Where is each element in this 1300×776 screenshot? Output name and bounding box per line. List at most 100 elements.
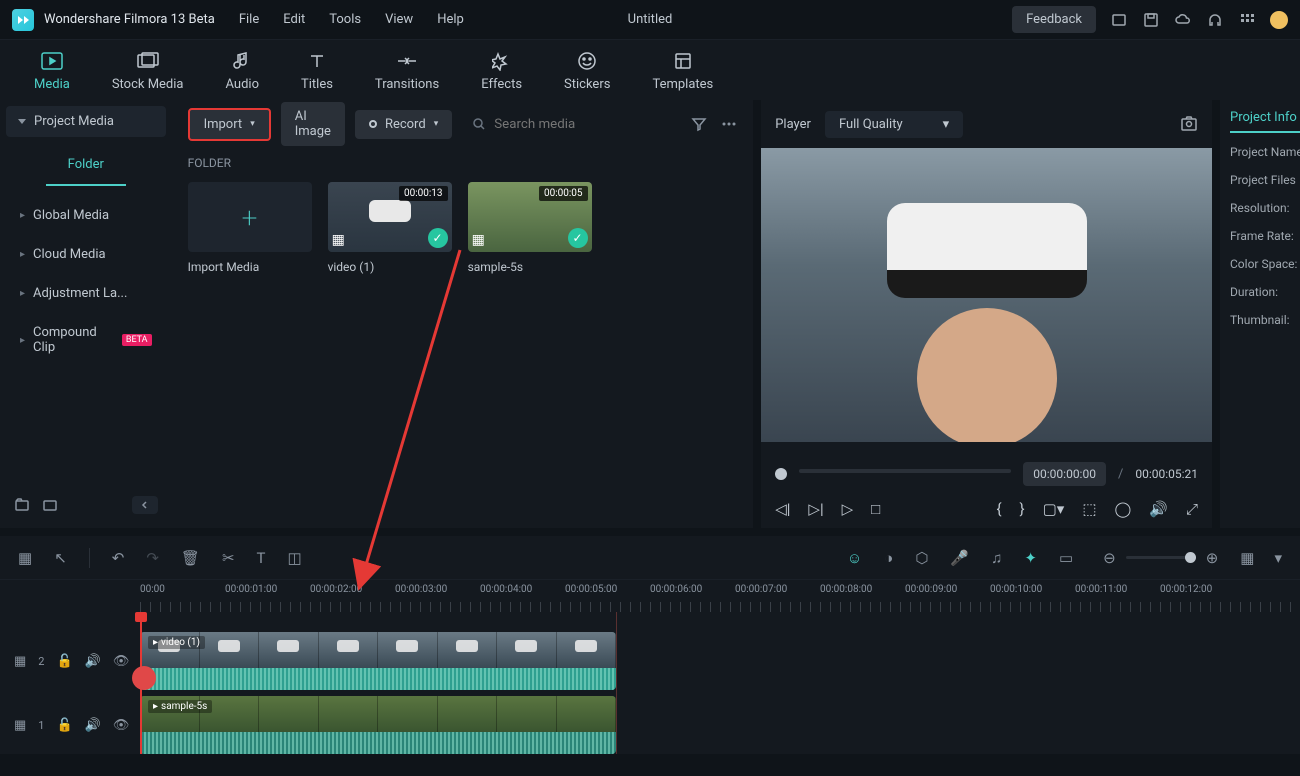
tab-transitions[interactable]: Transitions xyxy=(375,49,439,92)
media-thumb-video1[interactable]: 00:00:13▦✓ video (1) xyxy=(328,182,452,274)
menu-view[interactable]: View xyxy=(385,12,413,27)
play-icon[interactable]: ▷ xyxy=(842,500,854,518)
preview-viewport[interactable] xyxy=(761,148,1212,442)
scrub-track[interactable] xyxy=(799,469,1011,473)
clip-sample[interactable]: ▸sample-5s xyxy=(140,696,616,754)
record-icon xyxy=(369,120,377,128)
import-media-tile[interactable]: + Import Media xyxy=(188,182,312,274)
view-grid-icon[interactable]: ▦ xyxy=(1240,549,1254,567)
redo-icon[interactable]: ↷ xyxy=(146,549,159,567)
delete-icon[interactable]: 🗑 xyxy=(181,549,200,567)
undo-icon[interactable]: ↶ xyxy=(112,549,125,567)
media-content: Import▾ AI Image Record▾ FOLDER + Import… xyxy=(172,100,754,528)
project-media-header[interactable]: Project Media xyxy=(6,106,166,137)
zoom-slider[interactable] xyxy=(1126,556,1196,559)
display-icon[interactable]: ⬚ xyxy=(1082,500,1096,518)
quality-selector[interactable]: Full Quality▾ xyxy=(825,111,963,138)
tab-stickers[interactable]: Stickers xyxy=(564,49,610,92)
menu-file[interactable]: File xyxy=(239,12,259,27)
layout-icon[interactable] xyxy=(1110,11,1128,29)
tab-effects[interactable]: Effects xyxy=(481,49,522,92)
ai-face-icon[interactable]: ☺ xyxy=(847,549,862,567)
aspect-icon[interactable]: ▢▾ xyxy=(1043,500,1065,518)
volume-icon[interactable]: 🔊 xyxy=(1149,500,1168,518)
sidebar-item-global-media[interactable]: Global Media xyxy=(6,198,166,233)
mute-icon[interactable]: 🔊 xyxy=(85,654,101,669)
music-icon[interactable]: ♫ xyxy=(991,549,1002,567)
templates-icon xyxy=(673,49,693,73)
caption-icon[interactable]: ▭ xyxy=(1059,549,1073,567)
sidebar-item-compound-clip[interactable]: Compound ClipBETA xyxy=(6,315,166,365)
cloud-icon[interactable] xyxy=(1174,11,1192,29)
tab-stock-media[interactable]: Stock Media xyxy=(112,49,184,92)
video-track-icon: ▦ xyxy=(14,718,26,733)
visibility-icon[interactable]: 👁 xyxy=(113,654,130,669)
film-icon: ▦ xyxy=(332,232,345,248)
fullscreen-icon[interactable]: ⤢ xyxy=(1186,500,1198,518)
lock-icon[interactable]: 🔓 xyxy=(56,718,72,733)
grid-icon[interactable]: ▦ xyxy=(18,549,32,567)
shield-icon[interactable]: ⬡ xyxy=(915,549,928,567)
new-folder-icon[interactable] xyxy=(14,497,30,513)
split-icon[interactable]: ✂ xyxy=(222,549,235,567)
timeline-ruler[interactable]: 00:00 00:00:01:00 00:00:02:00 00:00:03:0… xyxy=(0,580,1300,612)
snapshot-icon[interactable] xyxy=(1180,115,1198,133)
search-input[interactable] xyxy=(494,117,671,132)
chevron-down-icon[interactable]: ▾ xyxy=(1274,549,1282,567)
play-backward-icon[interactable]: ▷| xyxy=(808,500,823,518)
mark-in-icon[interactable]: { xyxy=(996,500,1001,518)
track-1: ▦1 🔓 🔊 👁 ▸sample-5s xyxy=(0,696,1300,754)
sidebar-item-cloud-media[interactable]: Cloud Media xyxy=(6,237,166,272)
mic-icon[interactable]: 🎤 xyxy=(950,549,969,567)
media-thumb-sample[interactable]: 00:00:05▦✓ sample-5s xyxy=(468,182,592,274)
app-logo xyxy=(12,9,34,31)
filter-icon[interactable] xyxy=(691,116,707,132)
film-icon: ▸ xyxy=(153,637,158,648)
menu-help[interactable]: Help xyxy=(437,12,464,27)
annotation-circle xyxy=(132,666,156,690)
visibility-icon[interactable]: 👁 xyxy=(113,718,130,733)
ai-enhance-icon[interactable]: ✦ xyxy=(1024,549,1037,567)
project-info-title[interactable]: Project Info xyxy=(1230,110,1300,133)
zoom-out-icon[interactable]: ⊖ xyxy=(1103,549,1116,567)
headphones-icon[interactable] xyxy=(1206,11,1224,29)
playhead-dot[interactable] xyxy=(775,468,787,480)
zoom-in-icon[interactable]: ⊕ xyxy=(1206,549,1219,567)
stop-icon[interactable]: □ xyxy=(871,500,880,518)
player-panel: Player Full Quality▾ 00:00:00:00 / 00:00… xyxy=(761,100,1212,528)
text-icon[interactable]: T xyxy=(257,549,266,567)
info-color-space: Color Space: xyxy=(1230,257,1300,271)
crop-icon[interactable]: ◫ xyxy=(288,549,302,567)
folder-tab[interactable]: Folder xyxy=(46,145,126,186)
chevron-down-icon: ▾ xyxy=(434,119,439,129)
ai-image-button[interactable]: AI Image xyxy=(281,102,345,146)
prev-frame-icon[interactable]: ◁| xyxy=(775,500,790,518)
tab-media[interactable]: Media xyxy=(34,49,70,92)
mark-out-icon[interactable]: } xyxy=(1020,500,1025,518)
clip-video1[interactable]: ▸video (1) xyxy=(140,632,616,690)
tab-titles[interactable]: Titles xyxy=(301,49,333,92)
folder-icon[interactable] xyxy=(42,497,58,513)
search-icon xyxy=(472,117,486,131)
search-box[interactable] xyxy=(462,110,681,139)
save-icon[interactable] xyxy=(1142,11,1160,29)
menu-edit[interactable]: Edit xyxy=(283,12,305,27)
tab-templates[interactable]: Templates xyxy=(652,49,713,92)
chevron-down-icon: ▾ xyxy=(943,117,950,132)
tab-audio[interactable]: Audio xyxy=(226,49,259,92)
camera-icon[interactable]: ◯ xyxy=(1115,500,1132,518)
collapse-sidebar-button[interactable] xyxy=(132,496,158,514)
user-avatar[interactable] xyxy=(1270,11,1288,29)
apps-icon[interactable] xyxy=(1238,11,1256,29)
cursor-icon[interactable]: ↖ xyxy=(54,549,67,567)
total-timecode: 00:00:05:21 xyxy=(1135,467,1198,481)
record-button[interactable]: Record▾ xyxy=(355,110,452,139)
sidebar-item-adjustment-layer[interactable]: Adjustment La... xyxy=(6,276,166,311)
feedback-button[interactable]: Feedback xyxy=(1012,6,1096,33)
color-icon[interactable]: ◑ xyxy=(884,549,893,567)
lock-icon[interactable]: 🔓 xyxy=(56,654,72,669)
mute-icon[interactable]: 🔊 xyxy=(85,718,101,733)
menu-tools[interactable]: Tools xyxy=(329,12,361,27)
more-icon[interactable] xyxy=(721,116,737,132)
import-button[interactable]: Import▾ xyxy=(188,108,271,141)
